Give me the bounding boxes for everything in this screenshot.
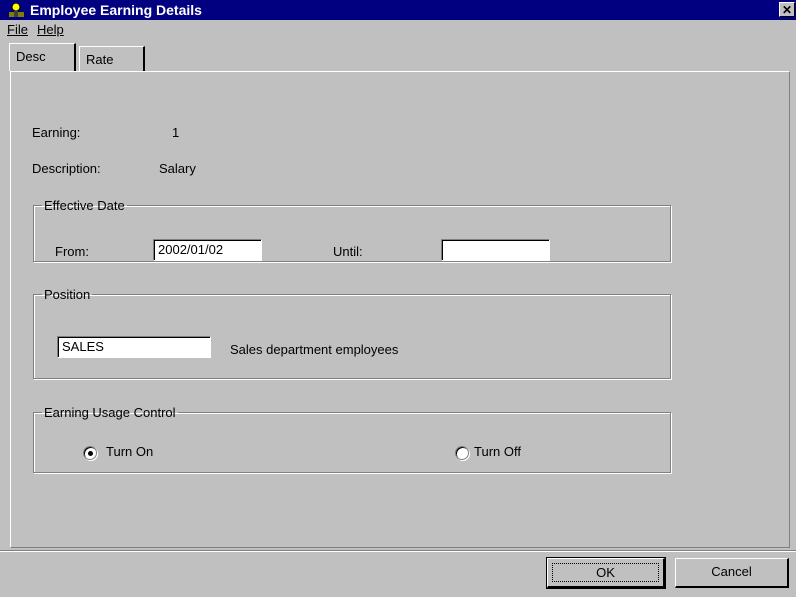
window-title: Employee Earning Details: [30, 2, 202, 18]
position-legend: Position: [44, 287, 91, 302]
app-icon: [9, 2, 24, 17]
position-code-field[interactable]: SALES: [57, 336, 211, 358]
turn-on-label[interactable]: Turn On: [106, 444, 153, 459]
earning-usage-legend: Earning Usage Control: [44, 405, 176, 420]
menu-file-label: File: [7, 22, 28, 37]
until-label: Until:: [333, 244, 363, 259]
ok-button-label: OK: [552, 563, 659, 582]
description-value: Salary: [159, 161, 196, 176]
from-date-field[interactable]: 2002/01/02: [153, 239, 262, 261]
menu-help[interactable]: Help: [37, 22, 64, 37]
turn-off-label[interactable]: Turn Off: [474, 444, 521, 459]
earning-value: 1: [172, 125, 180, 140]
cancel-button[interactable]: Cancel: [675, 558, 789, 588]
button-bar: OK Cancel: [0, 550, 796, 598]
tab-strip: Desc Rate: [0, 43, 796, 71]
earning-usage-group: Earning Usage Control: [33, 405, 671, 473]
earning-label: Earning:: [32, 125, 81, 140]
tab-rate[interactable]: Rate: [79, 46, 145, 71]
effective-date-legend: Effective Date: [44, 198, 125, 213]
turn-off-radio[interactable]: [455, 446, 469, 460]
position-description: Sales department employees: [230, 342, 399, 357]
title-bar[interactable]: Employee Earning Details ✕: [0, 0, 796, 20]
ok-button[interactable]: OK: [546, 557, 666, 589]
menu-help-label: Help: [37, 22, 64, 37]
position-group: Position: [33, 287, 671, 379]
close-button[interactable]: ✕: [779, 2, 795, 17]
tab-desc[interactable]: Desc: [9, 43, 76, 71]
from-label: From:: [55, 244, 89, 259]
description-label: Description:: [32, 161, 101, 176]
turn-on-radio[interactable]: [83, 446, 97, 460]
desc-panel: Earning: 1 Description: Salary Effective…: [10, 71, 790, 548]
menu-file[interactable]: File: [7, 22, 28, 37]
until-date-field[interactable]: [441, 239, 550, 261]
menu-bar: File Help: [0, 20, 796, 41]
app-window: Employee Earning Details ✕ File Help Des…: [0, 0, 796, 597]
